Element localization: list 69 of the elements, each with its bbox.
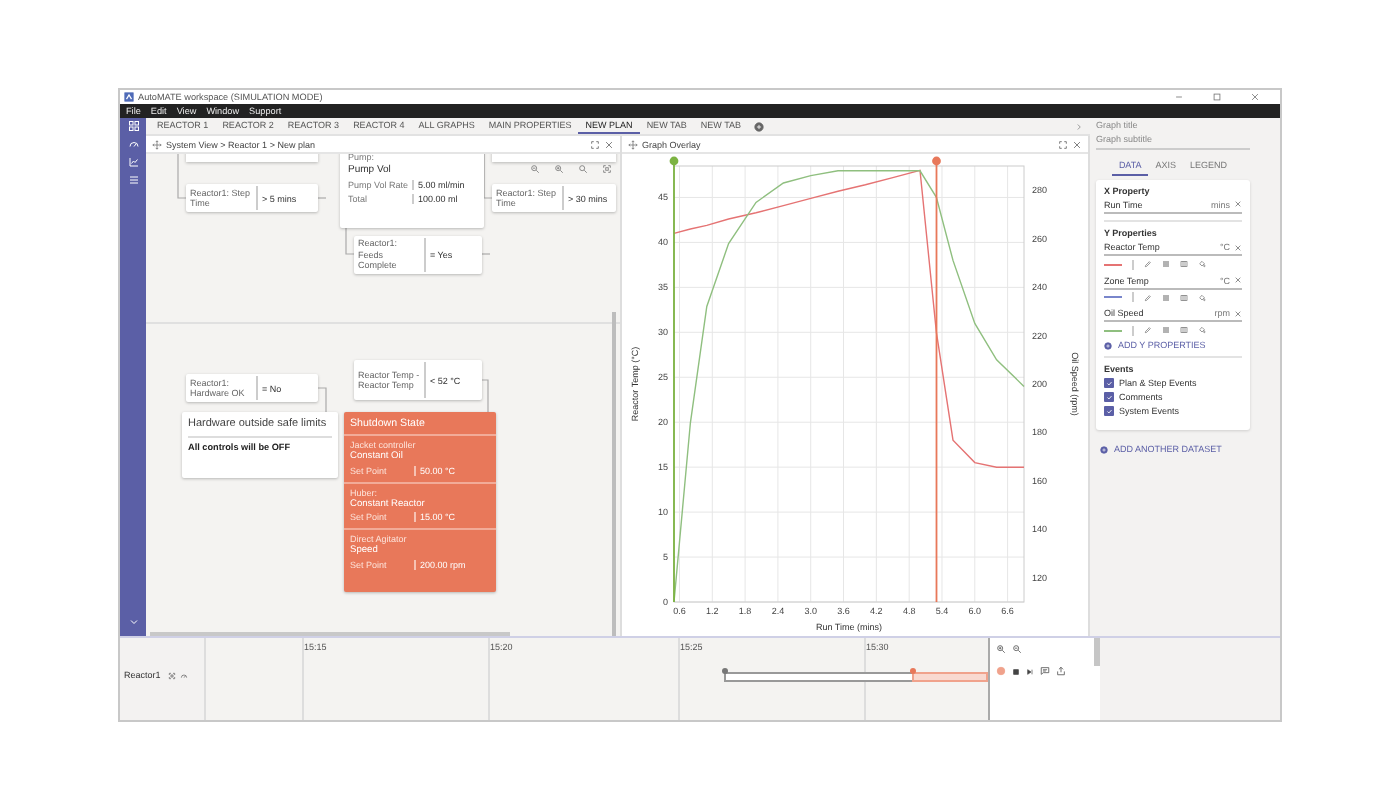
plus-icon — [1100, 445, 1108, 453]
checkbox[interactable] — [1104, 378, 1113, 388]
zoom-out-icon[interactable] — [530, 164, 540, 174]
zoom-in-icon[interactable] — [554, 164, 564, 174]
pencil-icon[interactable] — [1143, 326, 1151, 334]
line-weight-icon[interactable] — [1161, 293, 1169, 301]
line-style-swatch[interactable] — [1104, 296, 1122, 298]
export-icon[interactable] — [1056, 666, 1066, 676]
comment-icon[interactable] — [1040, 666, 1050, 676]
connector-line — [177, 154, 187, 199]
list-icon[interactable] — [127, 174, 139, 186]
fill-icon[interactable] — [1197, 260, 1205, 268]
columns-icon[interactable] — [1179, 260, 1187, 268]
search-icon[interactable] — [578, 164, 588, 174]
scrollbar[interactable] — [1094, 638, 1100, 666]
time-marker-drawing[interactable] — [669, 156, 679, 603]
zoom-out-icon[interactable] — [1012, 644, 1022, 654]
time-range-bar[interactable] — [724, 672, 914, 682]
pencil-icon[interactable] — [1143, 293, 1151, 301]
plus-icon — [1104, 341, 1112, 349]
gauge-icon[interactable] — [127, 138, 139, 150]
pencil-icon[interactable] — [1143, 260, 1151, 268]
close-icon[interactable] — [604, 139, 614, 149]
maximize-icon[interactable] — [590, 139, 600, 149]
checkbox[interactable] — [1104, 406, 1113, 416]
connector-line — [481, 253, 491, 255]
line-style-swatch[interactable] — [1104, 329, 1122, 331]
grid-icon[interactable] — [127, 120, 139, 132]
columns-icon[interactable] — [1179, 326, 1187, 334]
skip-end-icon[interactable] — [1026, 667, 1034, 675]
move-icon[interactable] — [628, 139, 638, 149]
fit-icon[interactable] — [168, 671, 177, 679]
add-tab-icon[interactable] — [754, 121, 764, 131]
line-weight-icon[interactable] — [1161, 260, 1169, 268]
chevron-right-icon[interactable] — [1074, 121, 1084, 131]
close-icon[interactable] — [1250, 92, 1260, 102]
connector-line — [317, 387, 327, 413]
chevron-down-icon[interactable] — [127, 616, 139, 628]
move-icon[interactable] — [152, 139, 162, 149]
fit-icon[interactable] — [602, 164, 612, 174]
fill-icon[interactable] — [1197, 293, 1205, 301]
minimize-icon[interactable] — [1174, 92, 1184, 102]
scrollbar[interactable] — [612, 312, 616, 636]
fill-icon[interactable] — [1197, 326, 1205, 334]
connector-line — [483, 154, 493, 199]
scrollbar[interactable] — [150, 632, 510, 636]
close-icon[interactable] — [1072, 139, 1082, 149]
stop-icon[interactable] — [1012, 667, 1020, 675]
record-icon[interactable] — [996, 666, 1006, 676]
current-range — [912, 672, 988, 682]
time-marker-drawing[interactable] — [932, 156, 941, 603]
gauge-icon[interactable] — [180, 671, 189, 679]
line-style-swatch[interactable] — [1104, 263, 1122, 265]
line-weight-icon[interactable] — [1161, 326, 1169, 334]
range-handle[interactable] — [721, 668, 727, 674]
maximize-icon[interactable] — [1212, 92, 1222, 102]
range-handle[interactable] — [909, 668, 915, 674]
close-icon[interactable] — [1234, 276, 1242, 284]
close-icon[interactable] — [1234, 309, 1242, 317]
maximize-icon[interactable] — [1058, 139, 1068, 149]
close-icon[interactable] — [1234, 200, 1242, 208]
close-icon[interactable] — [1234, 243, 1242, 251]
connector-line — [481, 379, 489, 413]
zoom-in-icon[interactable] — [996, 644, 1006, 654]
checkbox[interactable] — [1104, 392, 1113, 402]
chart-icon[interactable] — [127, 156, 139, 168]
connector-line — [345, 227, 355, 255]
columns-icon[interactable] — [1179, 293, 1187, 301]
connector-line — [317, 197, 327, 199]
